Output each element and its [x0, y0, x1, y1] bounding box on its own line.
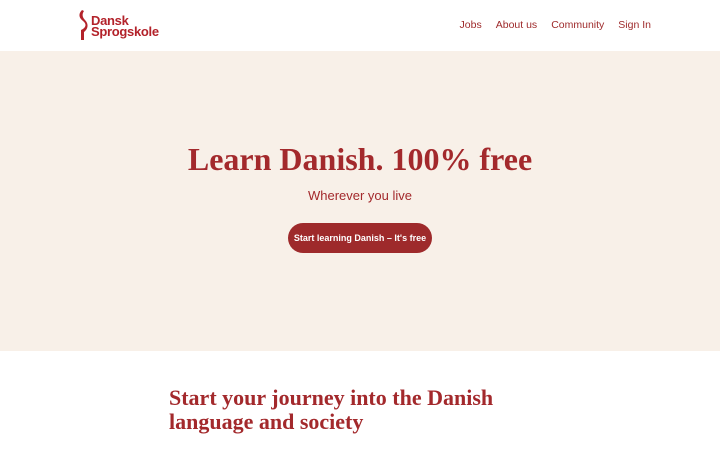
section-title-line1: Start your journey into the Danish	[169, 385, 494, 410]
intro-section: Start your journey into the Danish langu…	[0, 351, 720, 450]
brand-logo[interactable]: Dansk Sprogskole	[76, 10, 166, 40]
hero-section: Learn Danish. 100% free Wherever you liv…	[0, 51, 720, 351]
nav-item-jobs[interactable]: Jobs	[460, 18, 482, 32]
logo-mark-icon	[79, 10, 88, 40]
brand-name-line2: Sprogskole	[91, 24, 159, 39]
hero-subtitle: Wherever you live	[307, 188, 413, 203]
site-header: Dansk Sprogskole Jobs About us Community…	[0, 0, 720, 51]
brand-name: Dansk Sprogskole	[91, 14, 159, 39]
hero-title: Learn Danish. 100% free	[187, 141, 533, 177]
main-nav: Jobs About us Community Sign In	[460, 18, 651, 32]
nav-item-about-us[interactable]: About us	[496, 18, 537, 32]
section-title: Start your journey into the Danish langu…	[169, 386, 549, 434]
nav-item-community[interactable]: Community	[551, 18, 604, 32]
nav-item-sign-in[interactable]: Sign In	[618, 18, 651, 32]
start-learning-button[interactable]: Start learning Danish – It's free	[288, 223, 432, 253]
section-title-line2: language and society	[169, 409, 364, 434]
